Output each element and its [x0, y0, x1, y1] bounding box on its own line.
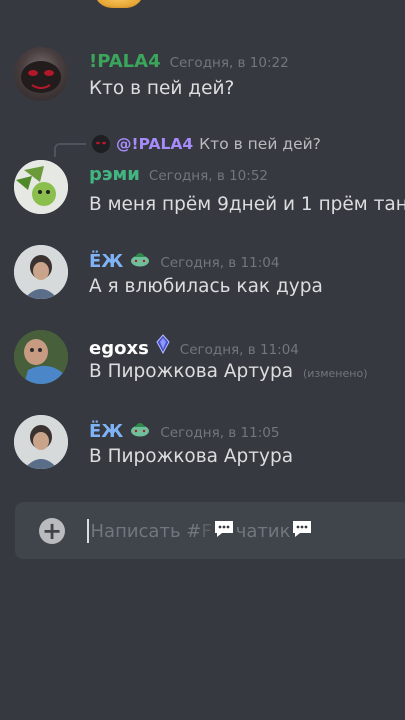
reply-text: Кто в пей дей?: [199, 135, 321, 153]
timestamp: Сегодня, в 11:05: [160, 425, 280, 441]
timestamp: Сегодня, в 11:04: [160, 255, 280, 271]
reply-username[interactable]: @!PALA4: [116, 135, 193, 153]
username[interactable]: egoxs: [89, 338, 149, 359]
avatar[interactable]: [14, 160, 68, 214]
avatar[interactable]: [14, 330, 68, 384]
message-text: В меня прём 9дней и 1 прём танк: [89, 194, 405, 215]
message-input[interactable]: Написать # F чатик: [87, 516, 387, 546]
username[interactable]: ЁЖ: [89, 251, 123, 272]
timestamp: Сегодня, в 10:22: [169, 55, 289, 71]
username[interactable]: ЁЖ: [89, 421, 123, 442]
message-text: В Пирожкова Артура (изменено): [89, 361, 367, 382]
avatar[interactable]: [14, 245, 68, 299]
reaction-emoji: [94, 0, 144, 8]
username[interactable]: рэми: [89, 164, 140, 185]
message-group: ЁЖ Сегодня, в 11:05 В Пирожкова Артура: [0, 415, 405, 475]
message-text: А я влюбилась как дура: [89, 276, 323, 297]
text-caret: [87, 519, 89, 543]
placeholder-start: Написать #: [90, 520, 202, 542]
username[interactable]: !PALA4: [89, 51, 161, 72]
placeholder-end: чатик: [235, 520, 291, 542]
reply-avatar: [92, 135, 110, 153]
message-group: ЁЖ Сегодня, в 11:04 А я влюбилась как ду…: [0, 245, 405, 305]
chat-bubble-icon: [213, 519, 235, 544]
bulbasaur-icon: [129, 419, 151, 437]
message-group: !PALA4 Сегодня, в 10:22 Кто в пей дей?: [0, 47, 405, 107]
plus-circle-icon[interactable]: +: [39, 518, 65, 544]
reply-preview[interactable]: @!PALA4 Кто в пей дей?: [54, 131, 321, 157]
chat-bubble-icon: [291, 519, 313, 544]
message-group: рэми Сегодня, в 10:52 В меня прём 9дней …: [0, 160, 405, 220]
reply-connector: [54, 143, 86, 157]
message-group: egoxs Сегодня, в 11:04 В Пирожкова Артур…: [0, 330, 405, 390]
edited-label: (изменено): [302, 367, 368, 380]
message-composer: + Написать # F чатик: [15, 502, 405, 559]
avatar[interactable]: [14, 47, 68, 101]
gem-icon: [155, 334, 171, 354]
message-text-content: В Пирожкова Артура: [89, 361, 294, 382]
message-text: Кто в пей дей?: [89, 78, 235, 99]
timestamp: Сегодня, в 10:52: [148, 168, 268, 184]
avatar[interactable]: [14, 415, 68, 469]
bulbasaur-icon: [129, 249, 151, 267]
timestamp: Сегодня, в 11:04: [179, 342, 299, 358]
message-text: В Пирожкова Артура: [89, 446, 294, 467]
placeholder-mid: F: [201, 520, 212, 542]
